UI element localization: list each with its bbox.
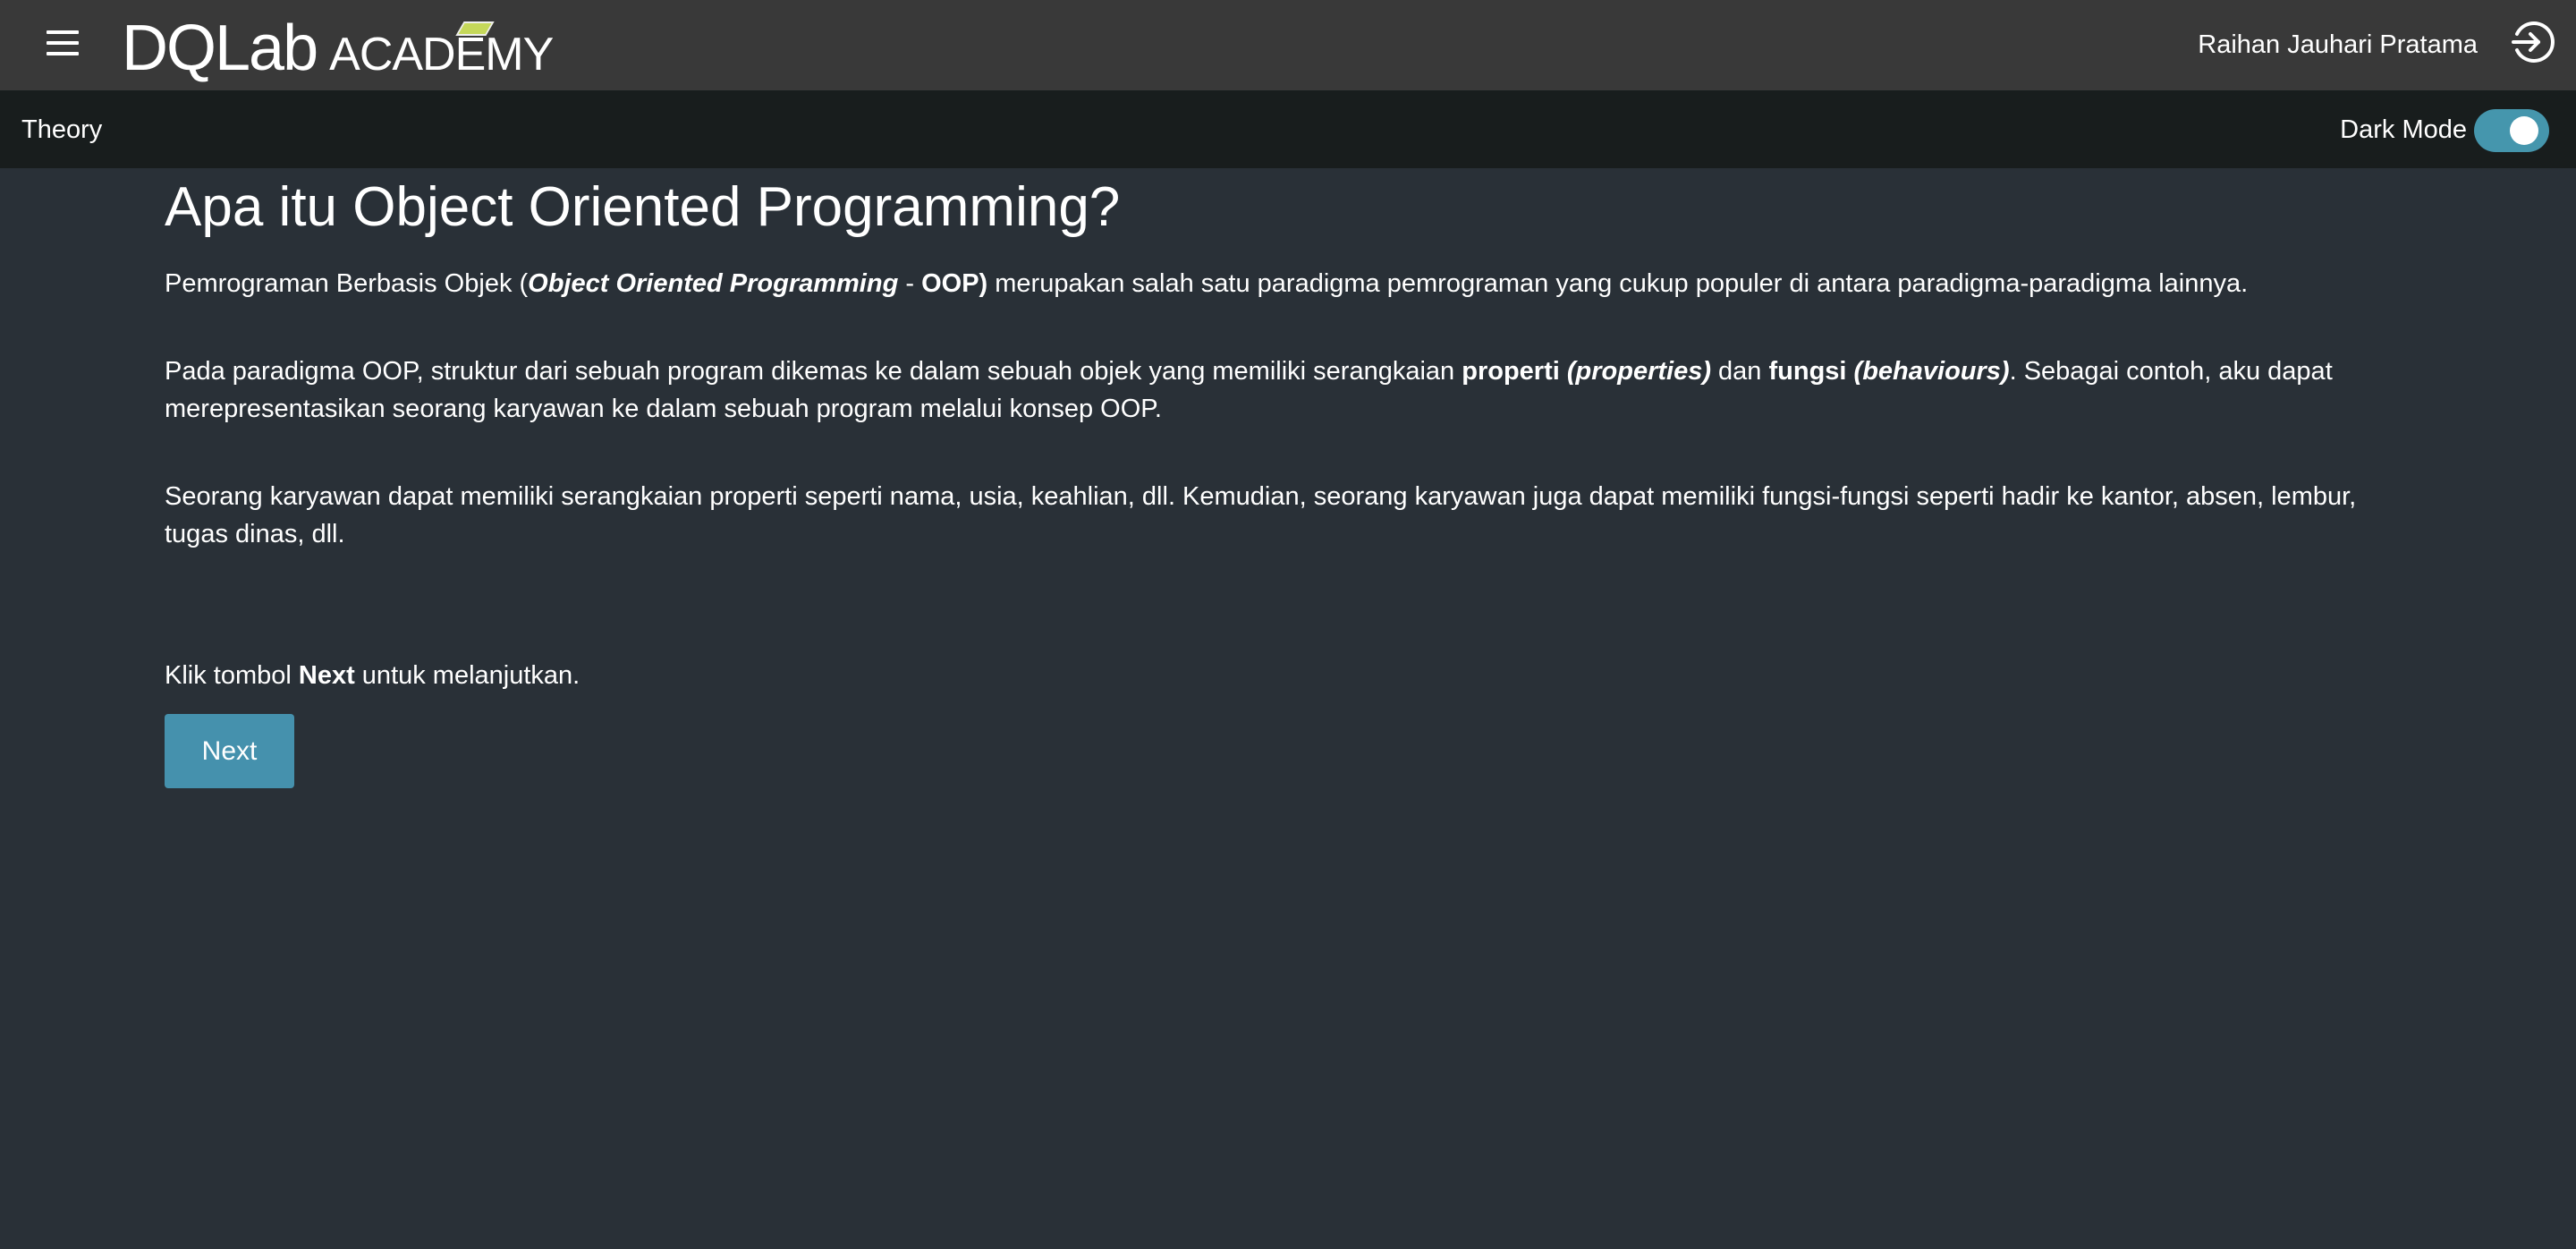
section-label: Theory bbox=[21, 115, 103, 144]
text-bold: Next bbox=[298, 661, 355, 690]
paragraph-2: Pada paradigma OOP, struktur dari sebuah… bbox=[165, 353, 2401, 428]
text-bold: OOP) bbox=[921, 269, 988, 298]
text-emphasis: Object Oriented Programming bbox=[528, 269, 899, 298]
text: Pemrograman Berbasis Objek ( bbox=[165, 269, 529, 298]
text-bold: fungsi bbox=[1768, 357, 1847, 386]
hamburger-menu-icon[interactable] bbox=[47, 30, 79, 55]
text: untuk melanjutkan. bbox=[354, 661, 580, 690]
text-emphasis: (properties) bbox=[1559, 357, 1711, 386]
theory-content: Apa itu Object Oriented Programming? Pem… bbox=[165, 172, 2401, 788]
user-name[interactable]: Raihan Jauhari Pratama bbox=[2198, 27, 2478, 63]
sub-navbar bbox=[0, 90, 2576, 168]
text-bold: properti bbox=[1462, 357, 1560, 386]
toggle-knob bbox=[2510, 116, 2538, 145]
text: Klik tombol bbox=[165, 661, 299, 690]
dark-mode-label: Dark Mode bbox=[2340, 115, 2467, 144]
logo-subtext: ACADEMY bbox=[329, 29, 554, 81]
logo-brand: DQLab bbox=[122, 13, 318, 84]
logout-icon[interactable] bbox=[2510, 20, 2555, 64]
paragraph-3: Seorang karyawan dapat memiliki serangka… bbox=[165, 482, 2357, 548]
text: merupakan salah satu paradigma pemrogram… bbox=[987, 269, 2249, 298]
page-title: Apa itu Object Oriented Programming? bbox=[165, 176, 1121, 238]
top-navbar: DQLab ACADEMY Raihan Jauhari Pratama bbox=[0, 0, 2576, 90]
text: dan bbox=[1710, 357, 1769, 386]
next-button[interactable]: Next bbox=[165, 714, 294, 788]
paragraph-1: Pemrograman Berbasis Objek (Object Orien… bbox=[165, 265, 2401, 302]
dqlab-academy-logo[interactable]: DQLab ACADEMY bbox=[122, 13, 554, 84]
text: Pada paradigma OOP, struktur dari sebuah… bbox=[165, 357, 1462, 386]
text-emphasis: (behaviours) bbox=[1846, 357, 2010, 386]
text: - bbox=[898, 269, 922, 298]
instruction: Klik tombol Next untuk melanjutkan. bbox=[165, 657, 2401, 694]
dark-mode-toggle[interactable] bbox=[2474, 109, 2549, 152]
